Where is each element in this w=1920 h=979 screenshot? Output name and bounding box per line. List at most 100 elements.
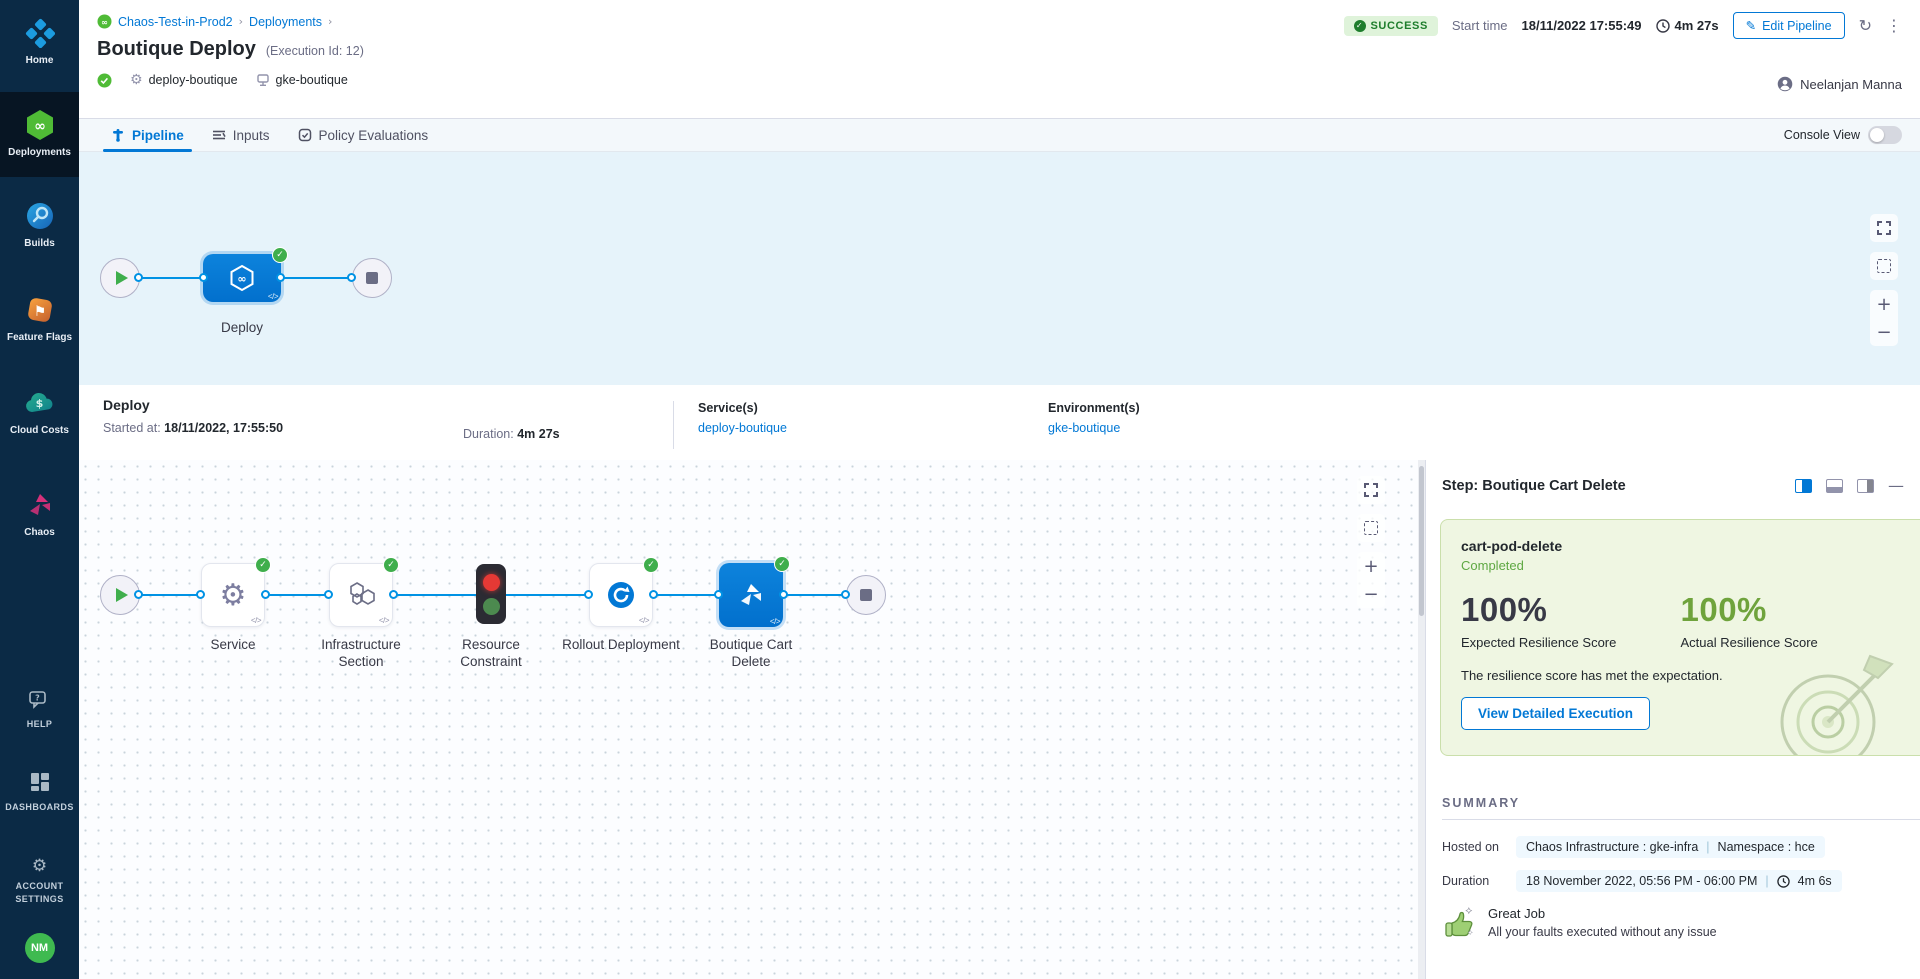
sidebar-item-feature-flags[interactable]: ⚑ Feature Flags bbox=[0, 283, 79, 355]
step-graph-canvas[interactable]: ✓ ⚙ </> Service ✓ </> Infrastructure Sec… bbox=[79, 460, 1425, 979]
user-icon bbox=[1777, 76, 1793, 92]
breadcrumb-project-link[interactable]: Chaos-Test-in-Prod2 bbox=[118, 15, 233, 29]
summary-duration-label: Duration bbox=[1442, 874, 1504, 888]
sidebar-item-home[interactable]: Home bbox=[0, 6, 79, 78]
sidebar-item-label: Builds bbox=[24, 238, 55, 251]
experiment-status: Completed bbox=[1461, 558, 1900, 573]
layout-bottom-view-icon[interactable] bbox=[1826, 479, 1843, 493]
fullscreen-button[interactable] bbox=[1870, 214, 1898, 242]
step-node-infrastructure[interactable]: ✓ </> bbox=[329, 563, 393, 627]
service-link[interactable]: deploy-boutique bbox=[698, 421, 1048, 435]
port-icon bbox=[649, 590, 658, 599]
app-sidebar: Home ∞ Deployments Builds ⚑ Feature Flag… bbox=[0, 0, 79, 979]
kebab-menu-icon[interactable]: ⋮ bbox=[1886, 16, 1902, 35]
tab-policy-evaluations[interactable]: Policy Evaluations bbox=[284, 119, 443, 151]
fit-selection-button[interactable] bbox=[1357, 514, 1385, 542]
execution-header: ∞ Chaos-Test-in-Prod2 › Deployments › Bo… bbox=[79, 0, 1920, 118]
zoom-out-button[interactable]: − bbox=[1870, 318, 1898, 346]
sidebar-item-chaos[interactable]: Chaos bbox=[0, 478, 79, 550]
service-tag[interactable]: ⚙ deploy-boutique bbox=[130, 72, 238, 88]
stage-node-deploy[interactable]: ✓ ∞ </> bbox=[203, 254, 281, 302]
code-marker: </> bbox=[770, 617, 780, 626]
red-light-icon bbox=[483, 574, 500, 591]
harness-home-icon bbox=[23, 16, 57, 50]
sidebar-item-cloud-costs[interactable]: $ Cloud Costs bbox=[0, 376, 79, 448]
environment-tag[interactable]: gke-boutique bbox=[256, 73, 348, 87]
sidebar-item-label: Home bbox=[26, 55, 54, 68]
minimize-panel-icon[interactable]: — bbox=[1888, 476, 1904, 495]
port-icon bbox=[779, 590, 788, 599]
edit-pipeline-button[interactable]: ✎ Edit Pipeline bbox=[1733, 12, 1845, 39]
code-marker: </> bbox=[268, 292, 278, 301]
layout-right-view-icon[interactable] bbox=[1795, 479, 1812, 493]
expected-score-value: 100% bbox=[1461, 591, 1681, 629]
layout-minimized-view-icon[interactable] bbox=[1857, 479, 1874, 493]
zoom-out-button[interactable]: − bbox=[1357, 580, 1385, 608]
summary-heading: SUMMARY bbox=[1442, 796, 1920, 820]
user-avatar[interactable]: NM bbox=[25, 933, 55, 963]
sidebar-item-label: Feature Flags bbox=[7, 332, 72, 345]
deployments-icon: ∞ bbox=[23, 108, 57, 142]
chevron-right-icon: › bbox=[328, 15, 332, 28]
sidebar-item-help[interactable]: ? HELP bbox=[0, 681, 79, 740]
step-node-rollout-deployment[interactable]: ✓ </> bbox=[589, 563, 653, 627]
zoom-in-button[interactable]: + bbox=[1870, 290, 1898, 318]
hosted-on-label: Hosted on bbox=[1442, 840, 1504, 854]
dashboards-icon bbox=[30, 772, 50, 797]
view-detailed-execution-button[interactable]: View Detailed Execution bbox=[1461, 697, 1650, 730]
cloud-costs-icon: $ bbox=[23, 386, 57, 420]
steps-end-node[interactable] bbox=[846, 575, 886, 615]
canvas-scrollbar[interactable] bbox=[1418, 460, 1425, 979]
sidebar-item-label: HELP bbox=[27, 719, 53, 730]
started-at-value: 18/11/2022, 17:55:50 bbox=[164, 421, 283, 435]
svg-text:⚑: ⚑ bbox=[33, 304, 46, 320]
gear-icon: ⚙ bbox=[130, 72, 143, 88]
console-view-toggle[interactable] bbox=[1868, 126, 1902, 144]
fit-selection-button[interactable] bbox=[1870, 252, 1898, 280]
fullscreen-button[interactable] bbox=[1357, 476, 1385, 504]
tab-inputs[interactable]: Inputs bbox=[198, 119, 284, 151]
divider bbox=[673, 401, 674, 449]
svg-text:∞: ∞ bbox=[101, 18, 108, 27]
rollout-icon bbox=[606, 580, 636, 610]
pipeline-end-node[interactable] bbox=[352, 258, 392, 298]
selection-icon bbox=[1364, 521, 1378, 535]
sidebar-item-builds[interactable]: Builds bbox=[0, 189, 79, 261]
sidebar-item-dashboards[interactable]: DASHBOARDS bbox=[0, 762, 79, 823]
success-check-icon: ✓ bbox=[643, 557, 659, 573]
service-gear-icon: ⚙ bbox=[220, 578, 247, 613]
stop-icon bbox=[366, 272, 378, 284]
zoom-in-button[interactable]: + bbox=[1357, 552, 1385, 580]
step-node-resource-constraint[interactable] bbox=[476, 564, 506, 624]
triggered-by: Neelanjan Manna bbox=[1777, 76, 1902, 92]
inputs-tab-icon bbox=[212, 128, 226, 142]
svg-text:∞: ∞ bbox=[34, 118, 46, 134]
svg-text:?: ? bbox=[35, 694, 40, 703]
result-title: Great Job bbox=[1488, 906, 1717, 921]
step-details-panel: Step: Boutique Cart Delete — cart-pod-de… bbox=[1425, 460, 1920, 979]
port-icon bbox=[347, 273, 356, 282]
refresh-icon[interactable]: ↻ bbox=[1859, 16, 1872, 35]
step-node-boutique-cart-delete[interactable]: ✓ </> bbox=[719, 563, 783, 627]
start-time-value: 18/11/2022 17:55:49 bbox=[1522, 18, 1642, 33]
actual-score-value: 100% bbox=[1681, 591, 1901, 629]
stage-graph-canvas[interactable]: ✓ ∞ </> Deploy + − bbox=[79, 152, 1920, 385]
breadcrumb-deployments-link[interactable]: Deployments bbox=[249, 15, 322, 29]
chaos-infrastructure-value: Chaos Infrastructure : gke-infra bbox=[1526, 840, 1698, 854]
environment-link[interactable]: gke-boutique bbox=[1048, 421, 1398, 435]
services-label: Service(s) bbox=[698, 401, 1048, 415]
target-illustration bbox=[1766, 644, 1906, 756]
sidebar-item-label: DASHBOARDS bbox=[5, 802, 74, 813]
console-view-label: Console View bbox=[1784, 128, 1860, 142]
sidebar-item-account-settings[interactable]: ⚙ ACCOUNT SETTINGS bbox=[0, 846, 79, 916]
page-title: Boutique Deploy bbox=[97, 38, 256, 61]
status-badge: ✓ SUCCESS bbox=[1344, 16, 1438, 36]
tab-pipeline[interactable]: Pipeline bbox=[97, 119, 198, 151]
pipeline-breadcrumb-icon: ∞ bbox=[97, 14, 112, 29]
green-light-icon bbox=[483, 598, 500, 615]
port-icon bbox=[584, 590, 593, 599]
experiment-result-card: cart-pod-delete Completed 100% Expected … bbox=[1440, 519, 1920, 756]
step-node-service[interactable]: ✓ ⚙ </> bbox=[201, 563, 265, 627]
sidebar-item-deployments[interactable]: ∞ Deployments bbox=[0, 92, 79, 178]
port-icon bbox=[276, 273, 285, 282]
